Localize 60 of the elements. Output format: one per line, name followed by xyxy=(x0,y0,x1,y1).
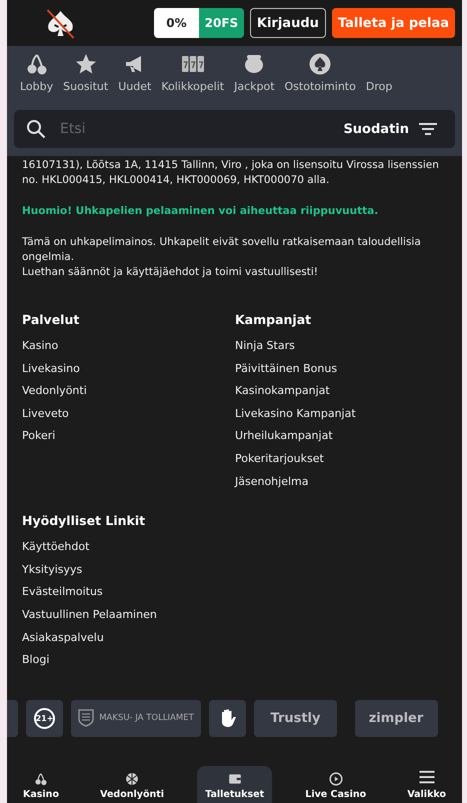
advice-text: Luethan säännöt ja käyttäjäehdot ja toimi vastuullisesti! xyxy=(22,265,319,280)
footer-heading: Kampanjat xyxy=(235,312,312,327)
footer-heading: Palvelut xyxy=(22,312,80,327)
play-icon xyxy=(328,772,343,786)
category-tab[interactable]: Uudet xyxy=(113,52,156,104)
category-tab[interactable]: Jackpot xyxy=(229,52,280,104)
category-tab[interactable]: Kolikkopelit xyxy=(156,52,230,104)
footer-link[interactable]: Urheilukampanjat xyxy=(235,425,333,448)
age-limit-badge: 21+ xyxy=(26,700,63,737)
bottom-nav-item[interactable]: Valikko xyxy=(399,762,454,803)
cherry-icon xyxy=(34,772,48,786)
footer-link[interactable]: Pokeritarjoukset xyxy=(235,448,324,471)
menu-icon xyxy=(418,768,436,786)
cherry-icon xyxy=(24,52,49,76)
filter-icon xyxy=(419,122,437,136)
bottom-nav-item[interactable]: Vedonlyönti xyxy=(92,766,172,803)
tax-board-badge: MAKSU- JA TOLLIAMET xyxy=(71,700,201,737)
bonus-toggle[interactable]: 0% 20FS xyxy=(154,8,244,38)
warning-text: Huomio! Uhkapelien pelaaminen voi aiheuttaa riippuvuutta. xyxy=(22,204,380,219)
payment-logo: zimpler xyxy=(354,700,438,737)
ball-icon xyxy=(125,772,140,786)
footer-heading: Hyödylliset Linkit xyxy=(22,513,146,528)
footer-link[interactable]: Livekasino Kampanjat xyxy=(235,402,356,426)
footer-link[interactable]: Kasino xyxy=(22,335,58,358)
footer-link[interactable]: Vedonlyönti xyxy=(22,380,87,403)
footer-link[interactable]: Asiakaspalvelu xyxy=(22,626,104,650)
payment-logo: Trustly xyxy=(254,700,337,737)
category-tab[interactable]: Lobby xyxy=(15,52,58,104)
category-tab[interactable]: Suositut xyxy=(58,52,114,104)
notice-text: Tämä on uhkapelimainos. Uhkapelit eivät sovellu ratkaisemaan taloudellisia ongelmia. xyxy=(22,235,422,265)
footer-link[interactable]: Käyttöehdot xyxy=(22,536,90,559)
license-text: 16107131), Lõõtsa 1A, 11415 Tallinn, Viro , joka on lisensoitu Virossa lisenssien no. HKL000415, HKL000414, HKT000069, HKT000070 alla. xyxy=(22,158,440,188)
logo-tile xyxy=(7,700,18,737)
footer-link[interactable]: Pokeri xyxy=(22,425,56,448)
bottom-nav-item[interactable]: Live Casino xyxy=(297,766,374,803)
login-button[interactable]: Kirjaudu xyxy=(250,8,326,38)
wallet-icon xyxy=(228,772,242,786)
search-field[interactable]: Etsi Suodatin xyxy=(14,110,455,148)
footer-link[interactable]: Blogi xyxy=(22,649,50,672)
spade-icon xyxy=(308,52,332,76)
footer-link[interactable]: Vastuullinen Pelaaminen xyxy=(22,604,157,627)
bonus-percent: 0% xyxy=(154,8,199,38)
footer-link[interactable]: Liveveto xyxy=(22,402,69,426)
category-tab[interactable]: Drop xyxy=(360,52,398,104)
bottom-nav-item[interactable]: Talletukset xyxy=(197,766,272,803)
free-spins: 20FS xyxy=(198,8,244,38)
footer-link[interactable]: Päivittäinen Bonus xyxy=(235,358,338,380)
bottom-nav-item[interactable]: Kasino xyxy=(15,766,67,803)
footer-link[interactable]: Evästeilmoitus xyxy=(22,581,103,604)
footer-link[interactable]: Kasinokampanjat xyxy=(235,380,330,403)
footer-link[interactable]: Jäsenohjelma xyxy=(235,470,308,494)
hand-icon xyxy=(220,708,236,728)
footer-link[interactable]: Ninja Stars xyxy=(235,335,295,358)
star-icon xyxy=(74,52,98,76)
filter-button[interactable]: Suodatin xyxy=(337,120,443,138)
footer-link[interactable]: Livekasino xyxy=(22,358,80,380)
category-tab[interactable]: Ostotoiminto xyxy=(280,52,361,104)
search-icon xyxy=(26,119,46,139)
shield-icon xyxy=(78,709,94,728)
footer-link[interactable]: Yksityisyys xyxy=(22,558,82,582)
